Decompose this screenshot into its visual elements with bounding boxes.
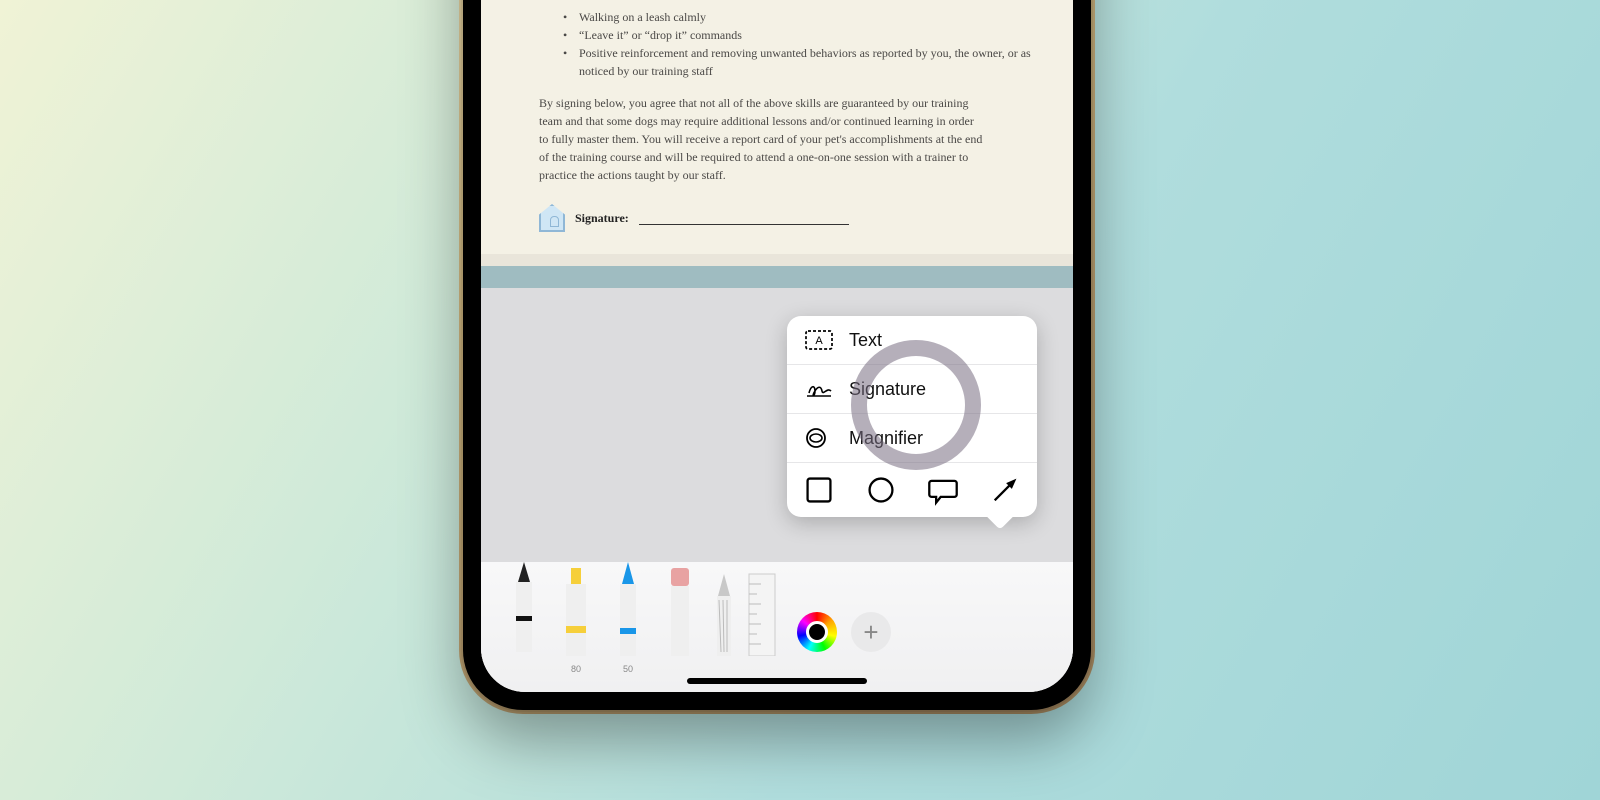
document-footer-band bbox=[481, 266, 1073, 288]
agreement-paragraph: By signing below, you agree that not all… bbox=[509, 80, 1045, 184]
markup-toolbar: 80 50 bbox=[481, 562, 1073, 692]
signature-label: Signature: bbox=[575, 209, 629, 227]
pen-tool[interactable] bbox=[501, 572, 547, 656]
phone-mockup: Walking on a leash calmly “Leave it” or … bbox=[463, 0, 1091, 710]
magnifier-icon bbox=[805, 426, 833, 450]
tool-size-label: 80 bbox=[553, 664, 599, 674]
bullet-list: Walking on a leash calmly “Leave it” or … bbox=[509, 8, 1045, 80]
shape-row bbox=[787, 463, 1037, 517]
lasso-tool[interactable] bbox=[709, 572, 739, 656]
svg-text:A: A bbox=[815, 335, 823, 347]
text-box-icon: A bbox=[805, 328, 833, 352]
tool-size-label: 50 bbox=[605, 664, 651, 674]
arrow-shape-icon[interactable] bbox=[989, 475, 1021, 505]
pencil-tool[interactable]: 50 bbox=[605, 572, 651, 656]
list-item: “Leave it” or “drop it” commands bbox=[559, 26, 1045, 44]
home-indicator[interactable] bbox=[687, 678, 867, 684]
list-item: Positive reinforcement and removing unwa… bbox=[559, 44, 1045, 80]
signature-field[interactable] bbox=[639, 211, 849, 225]
phone-screen: Walking on a leash calmly “Leave it” or … bbox=[481, 0, 1073, 692]
tutorial-highlight-circle bbox=[851, 340, 981, 470]
eraser-tool[interactable] bbox=[657, 572, 703, 656]
signature-icon bbox=[805, 377, 833, 401]
signature-line: Signature: bbox=[509, 184, 1045, 238]
circle-shape-icon[interactable] bbox=[865, 475, 897, 505]
highlighter-tool[interactable]: 80 bbox=[553, 572, 599, 656]
rectangle-shape-icon[interactable] bbox=[803, 475, 835, 505]
color-picker[interactable] bbox=[797, 612, 837, 652]
ruler-tool[interactable] bbox=[745, 572, 779, 656]
house-icon bbox=[539, 204, 565, 232]
current-color-swatch bbox=[806, 621, 828, 643]
list-item: Walking on a leash calmly bbox=[559, 8, 1045, 26]
popover-label: Text bbox=[849, 330, 882, 351]
add-button[interactable]: + bbox=[851, 612, 891, 652]
speech-bubble-icon[interactable] bbox=[927, 475, 959, 505]
document-viewer[interactable]: Walking on a leash calmly “Leave it” or … bbox=[481, 0, 1073, 254]
